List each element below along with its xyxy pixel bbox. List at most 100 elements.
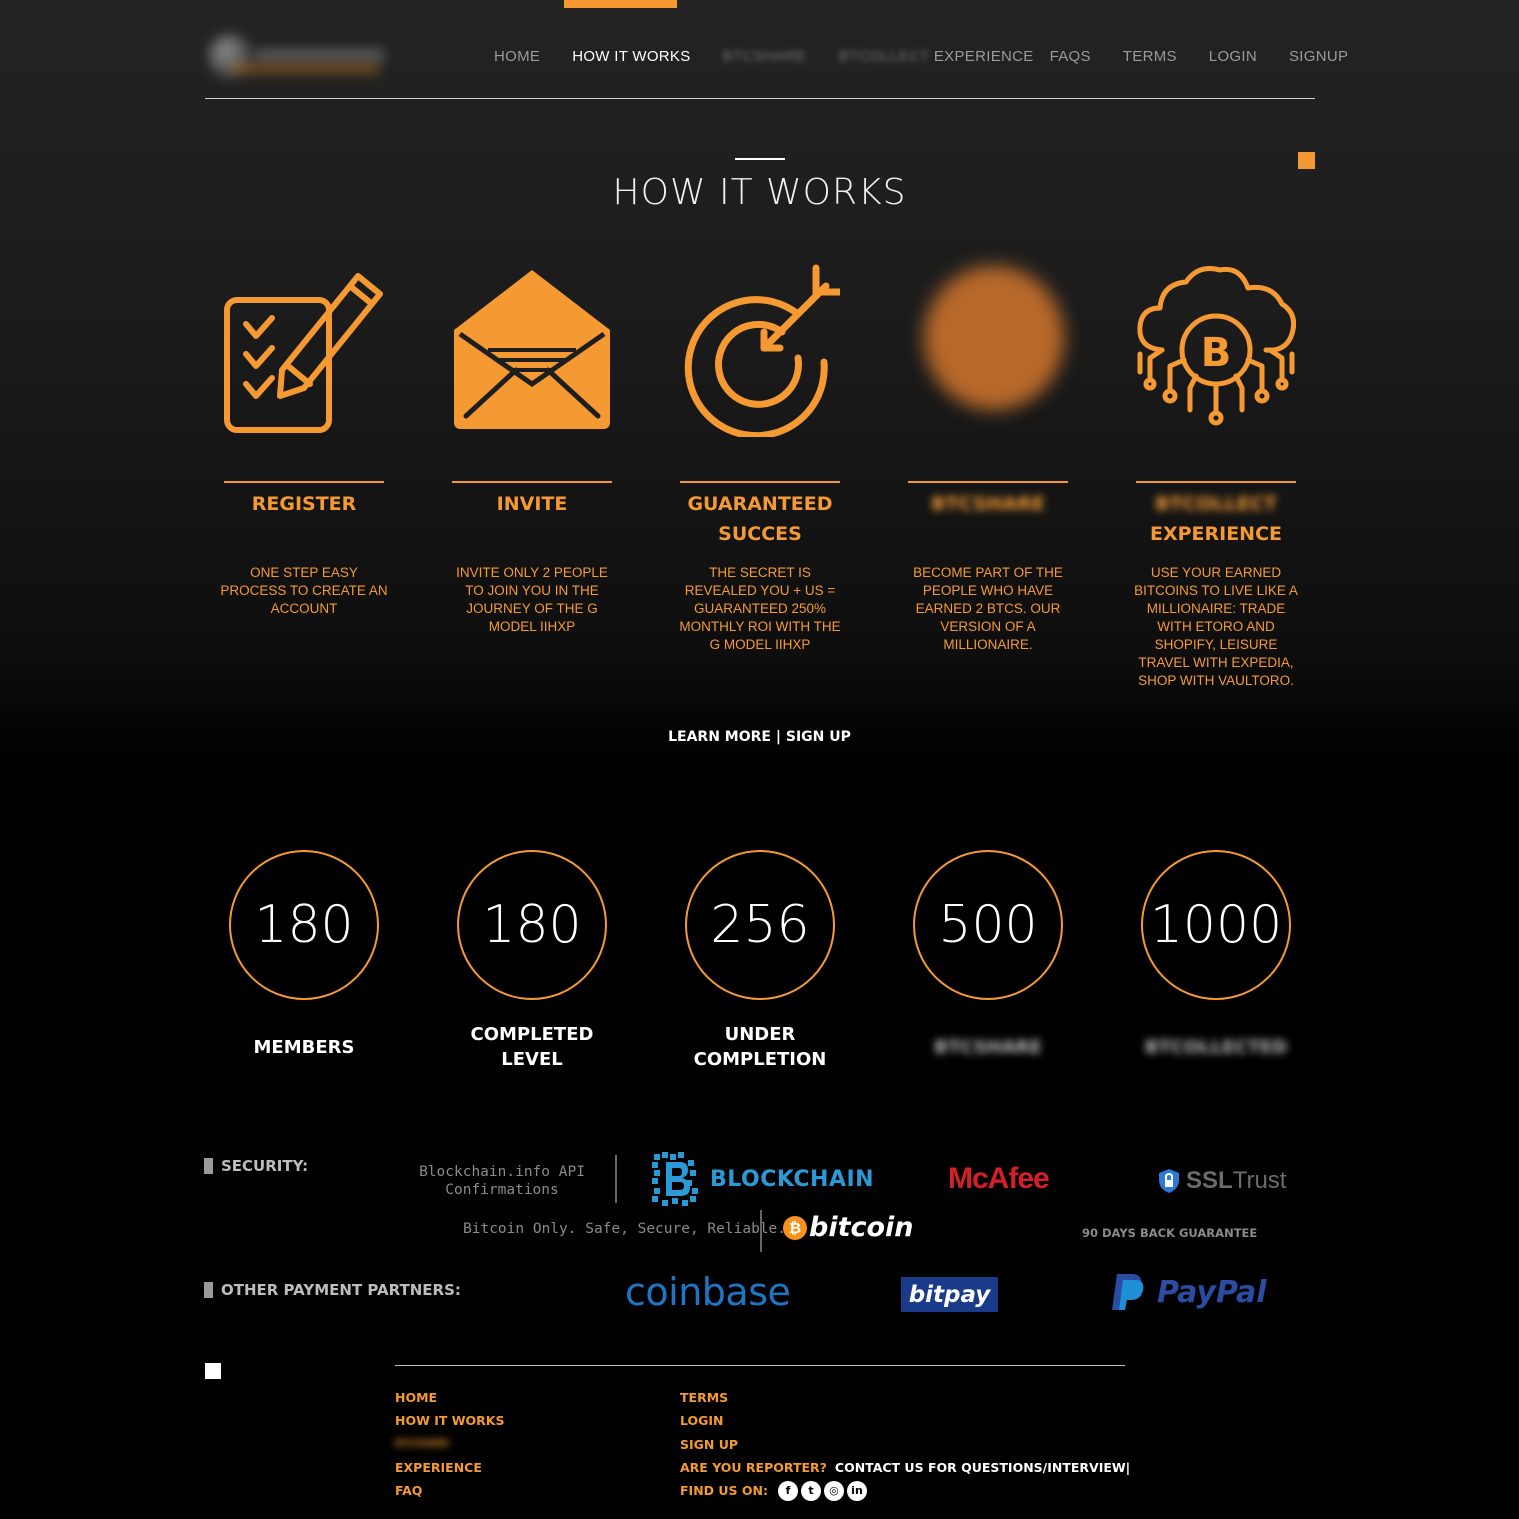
stat-members: 180 MEMBERS [190, 850, 418, 1090]
footer-how-it-works-link[interactable]: HOW IT WORKS [395, 1409, 505, 1432]
footer-social-row: FIND US ON: f t ◎ in [680, 1479, 1130, 1502]
envelope-icon [454, 270, 610, 429]
stat-value: 180 [457, 850, 607, 1000]
top-nav: HOME HOW IT WORKS BTCSHARE BTCOLLECT EXP… [478, 48, 1364, 70]
nav-signup[interactable]: SIGNUP [1289, 48, 1348, 70]
step-rule [1136, 481, 1296, 483]
step-experience: B BTCOLLECT EXPERIENCE USE YOUR EARNED BI… [1102, 262, 1330, 702]
cta-links: LEARN MORE | SIGN UP [0, 729, 1519, 745]
step-description: INVITE ONLY 2 PEOPLE TO JOIN YOU IN THE … [456, 565, 608, 634]
stat-btcshare: 500 BTCSHARE [874, 850, 1102, 1090]
footer-links-right: TERMS LOGIN SIGN UP ARE YOU REPORTER? CO… [680, 1386, 1130, 1502]
heading-bar [204, 1158, 213, 1174]
nav-home[interactable]: HOME [494, 48, 540, 70]
mcafee-logo[interactable]: McAfee [948, 1162, 1050, 1196]
step-rule [680, 481, 840, 483]
nav-terms[interactable]: TERMS [1123, 48, 1177, 70]
step-description: BECOME PART OF THE PEOPLE WHO HAVE EARNE… [913, 565, 1063, 652]
nav-btcshare[interactable]: BTCSHARE [723, 48, 807, 70]
nav-experience[interactable]: BTCOLLECT EXPERIENCE [839, 48, 1034, 70]
guarantee-badge: 90 DAYS BACK GUARANTEE [1082, 1226, 1258, 1240]
footer-divider [395, 1365, 1125, 1366]
facebook-icon[interactable]: f [777, 1480, 798, 1501]
site-logo[interactable] [200, 28, 395, 83]
stat-label: UNDER COMPLETION [693, 1024, 827, 1070]
step-title: BTCSHARE [931, 493, 1045, 515]
step-guaranteed: GUARANTEED SUCCES THE SECRET IS REVEALED… [646, 262, 874, 702]
nav-faqs[interactable]: FAQS [1050, 48, 1091, 70]
coinbase-logo[interactable]: coinbase [625, 1270, 791, 1314]
paypal-icon [1112, 1274, 1144, 1310]
linkedin-icon[interactable]: in [846, 1480, 867, 1501]
reporter-label: ARE YOU REPORTER? [680, 1459, 827, 1475]
title-dash [735, 158, 785, 160]
divider [615, 1155, 617, 1203]
nav-divider [205, 98, 1315, 99]
sign-up-link[interactable]: SIGN UP [786, 729, 851, 745]
step-rule [908, 481, 1068, 483]
stats-section: 180 MEMBERS 180 COMPLETED LEVEL 256 UNDER… [190, 850, 1330, 1090]
blockchain-logo[interactable]: BLOCKCHAIN [650, 1150, 874, 1208]
step-rule [452, 481, 612, 483]
step-description: ONE STEP EASY PROCESS TO CREATE AN ACCOU… [220, 565, 388, 616]
checklist-pencil-icon [224, 273, 383, 433]
footer-login-link[interactable]: LOGIN [680, 1409, 1130, 1432]
stat-btcollected: 1000 BTCOLLECTED [1102, 850, 1330, 1090]
stat-value: 500 [913, 850, 1063, 1000]
step-rule [224, 481, 384, 483]
stat-under-completion: 256 UNDER COMPLETION [646, 850, 874, 1090]
stat-value: 256 [685, 850, 835, 1000]
svg-text:B: B [1201, 330, 1232, 376]
footer-faq-link[interactable]: FAQ [395, 1479, 505, 1502]
stat-label: BTCOLLECTED [1144, 1037, 1288, 1058]
footer-home-link[interactable]: HOME [395, 1386, 505, 1409]
ssltrust-logo[interactable]: SSLTrust [1158, 1167, 1286, 1195]
twitter-icon[interactable]: t [800, 1480, 821, 1501]
step-btcshare: BTCSHARE BECOME PART OF THE PEOPLE WHO H… [874, 262, 1102, 702]
security-tagline: Bitcoin Only. Safe, Secure, Reliable. [463, 1221, 787, 1237]
bitcoin-logo[interactable]: ₿ bitcoin [783, 1212, 914, 1243]
stat-value: 1000 [1141, 850, 1291, 1000]
step-description: USE YOUR EARNED BITCOINS TO LIVE LIKE A … [1134, 565, 1298, 688]
contact-link[interactable]: CONTACT US FOR QUESTIONS/INTERVIEW| [835, 1456, 1130, 1479]
page-title: HOW IT WORKS [612, 172, 907, 213]
step-invite: INVITE INVITE ONLY 2 PEOPLE TO JOIN YOU … [418, 262, 646, 702]
footer-signup-link[interactable]: SIGN UP [680, 1433, 1130, 1456]
nav-how-it-works[interactable]: HOW IT WORKS [572, 48, 690, 70]
heading-bar [204, 1282, 213, 1298]
stat-label: BTCSHARE [934, 1037, 1042, 1058]
bitcoin-cloud-icon: B [1137, 266, 1296, 426]
footer-experience-link[interactable]: EXPERIENCE [395, 1456, 505, 1479]
instagram-icon[interactable]: ◎ [823, 1480, 844, 1501]
bitpay-logo[interactable]: bitpay [901, 1277, 998, 1312]
divider [760, 1210, 762, 1252]
footer-links-left: HOME HOW IT WORKS BTCSHARE EXPERIENCE FA… [395, 1386, 505, 1502]
orange-square-decoration [1298, 152, 1315, 169]
security-heading: SECURITY: [204, 1157, 308, 1175]
steps-section: REGISTER ONE STEP EASY PROCESS TO CREATE… [190, 262, 1330, 702]
payment-partners-heading: OTHER PAYMENT PARTNERS: [204, 1281, 461, 1299]
paypal-logo[interactable]: PayPal [1111, 1272, 1267, 1312]
footer-btcshare-link[interactable]: BTCSHARE [395, 1433, 505, 1456]
find-us-label: FIND US ON: [680, 1483, 768, 1499]
step-description: THE SECRET IS REVEALED YOU + US = GUARAN… [679, 565, 841, 652]
step-title: BTCOLLECT EXPERIENCE [1149, 493, 1283, 545]
stat-completed-level: 180 COMPLETED LEVEL [418, 850, 646, 1090]
learn-more-link[interactable]: LEARN MORE [668, 729, 771, 745]
stat-label: COMPLETED LEVEL [470, 1024, 594, 1070]
step-title: REGISTER [251, 493, 357, 515]
footer-terms-link[interactable]: TERMS [680, 1386, 1130, 1409]
step-register: REGISTER ONE STEP EASY PROCESS TO CREATE… [190, 262, 418, 702]
footer-reporter-row: ARE YOU REPORTER? CONTACT US FOR QUESTIO… [680, 1456, 1130, 1479]
nav-login[interactable]: LOGIN [1209, 48, 1257, 70]
blockchain-cube-icon [652, 1152, 698, 1206]
active-tab-indicator [564, 0, 677, 8]
blockchain-api-badge: Blockchain.info API Confirmations [419, 1164, 585, 1198]
step-title: INVITE [496, 493, 568, 515]
stat-value: 180 [229, 850, 379, 1000]
shield-lock-icon [1159, 1169, 1179, 1193]
blurred-icon [924, 266, 1064, 410]
target-arrow-icon [684, 264, 840, 437]
stat-label: MEMBERS [253, 1037, 355, 1058]
cta-separator: | [770, 729, 786, 745]
